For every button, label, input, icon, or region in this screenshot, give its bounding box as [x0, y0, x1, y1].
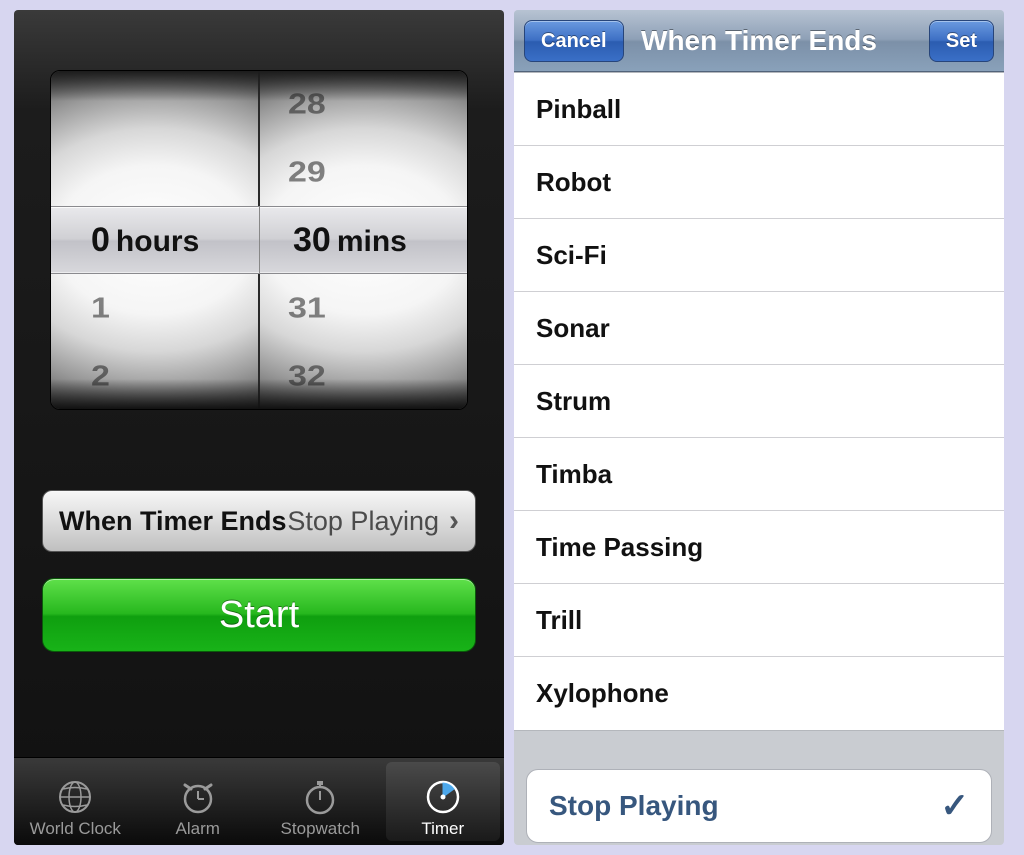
when-timer-ends-label: When Timer Ends — [59, 506, 287, 537]
timer-icon — [423, 777, 463, 817]
minutes-option: 31 — [260, 279, 467, 337]
minutes-option: 29 — [260, 143, 467, 201]
minutes-wheel[interactable]: 28 29 31 32 — [258, 71, 467, 409]
stop-playing-block: Stop Playing ✓ — [526, 769, 992, 843]
alarm-clock-icon — [178, 777, 218, 817]
sound-list: Pinball Robot Sci-Fi Sonar Strum Timba T… — [514, 72, 1004, 731]
hours-option — [51, 143, 258, 201]
sound-option[interactable]: Trill — [514, 584, 1004, 657]
timer-screen: 1 2 28 29 31 32 — [14, 10, 504, 845]
globe-icon — [55, 777, 95, 817]
sound-option[interactable]: Timba — [514, 438, 1004, 511]
minutes-option: 32 — [260, 347, 467, 405]
hours-option — [51, 75, 258, 133]
sound-option[interactable]: Pinball — [514, 73, 1004, 146]
stopwatch-icon — [300, 777, 340, 817]
set-button[interactable]: Set — [929, 20, 994, 62]
tab-stopwatch[interactable]: Stopwatch — [259, 758, 382, 845]
hours-option: 2 — [51, 347, 258, 405]
when-timer-ends-button[interactable]: When Timer Ends Stop Playing › — [42, 490, 476, 552]
sound-option[interactable]: Xylophone — [514, 657, 1004, 730]
sound-option[interactable]: Strum — [514, 365, 1004, 438]
minutes-option: 28 — [260, 75, 467, 133]
time-picker[interactable]: 1 2 28 29 31 32 — [50, 70, 468, 410]
tab-timer[interactable]: Timer — [382, 758, 505, 845]
stop-playing-option[interactable]: Stop Playing ✓ — [527, 770, 991, 842]
hours-option: 1 — [51, 279, 258, 337]
when-timer-ends-screen: Cancel When Timer Ends Set Pinball Robot… — [514, 10, 1004, 845]
hours-wheel[interactable]: 1 2 — [51, 71, 258, 409]
tab-bar: World Clock Alarm Sto — [14, 757, 504, 845]
minutes-option — [260, 206, 467, 274]
sound-option[interactable]: Robot — [514, 146, 1004, 219]
chevron-right-icon: › — [449, 504, 459, 538]
tab-world-clock[interactable]: World Clock — [14, 758, 137, 845]
start-button[interactable]: Start — [42, 578, 476, 652]
sound-option[interactable]: Sonar — [514, 292, 1004, 365]
hours-option — [51, 206, 258, 274]
when-timer-ends-value: Stop Playing — [287, 506, 439, 537]
tab-alarm[interactable]: Alarm — [137, 758, 260, 845]
nav-bar: Cancel When Timer Ends Set — [514, 10, 1004, 72]
cancel-button[interactable]: Cancel — [524, 20, 624, 62]
sound-option[interactable]: Sci-Fi — [514, 219, 1004, 292]
sound-option[interactable]: Time Passing — [514, 511, 1004, 584]
checkmark-icon: ✓ — [941, 786, 970, 826]
